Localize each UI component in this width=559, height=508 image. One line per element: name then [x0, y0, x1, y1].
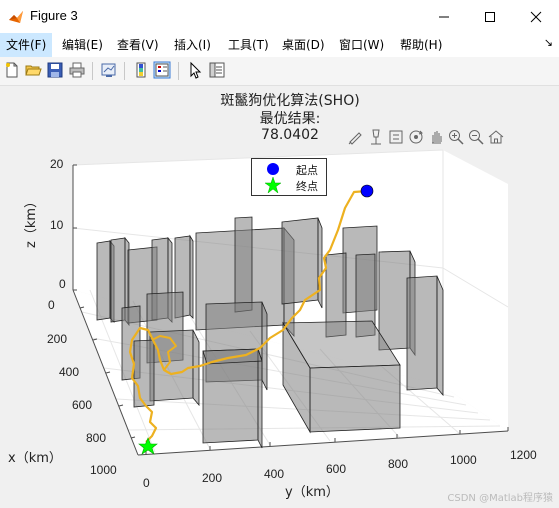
y-tick-label: 800 [388, 457, 409, 471]
plot-axes[interactable] [0, 0, 559, 508]
legend-entry-end: 终点 [252, 177, 326, 193]
data-tips-icon[interactable] [367, 128, 385, 146]
x-tick-label: 400 [59, 365, 80, 379]
y-tick-label: 200 [202, 471, 223, 485]
figure-title-line1: 斑鬣狗优化算法(SHO) [220, 93, 360, 109]
zoom-in-icon[interactable] [447, 128, 465, 146]
y-tick-label: 1200 [510, 448, 537, 462]
plot-legend[interactable]: 起点 终点 [251, 158, 327, 196]
y-tick-label: 1000 [450, 453, 477, 467]
legend-entry-start: 起点 [252, 161, 326, 177]
insert-colorbar-icon[interactable] [387, 128, 405, 146]
z-axis-label: z（km） [24, 194, 39, 248]
legend-label: 起点 [296, 164, 318, 177]
z-tick-label: 10 [50, 218, 64, 232]
y-tick-label: 400 [264, 467, 285, 481]
figure-title-line2: 最优结果: [259, 111, 321, 127]
legend-start-marker-icon [267, 163, 279, 175]
z-tick-label: 20 [50, 157, 64, 171]
figure-title-line3: 78.0402 [261, 127, 319, 143]
home-icon[interactable] [487, 128, 505, 146]
zoom-out-icon[interactable] [467, 128, 485, 146]
x-axis-label: x（km） [8, 451, 62, 466]
start-marker [360, 184, 374, 198]
watermark-text: CSDN @Matlab程序猿 [447, 493, 553, 504]
x-tick-label: 800 [86, 431, 107, 445]
pan-icon[interactable] [427, 128, 445, 146]
legend-label: 终点 [296, 180, 318, 193]
rotate-3d-icon[interactable] [407, 128, 425, 146]
y-axis-label: y（km） [285, 485, 339, 500]
x-tick-label: 0 [48, 298, 55, 312]
y-tick-label: 0 [143, 476, 150, 490]
y-tick-label: 600 [326, 462, 347, 476]
z-tick-label: 0 [59, 277, 66, 291]
brush-icon[interactable] [347, 128, 365, 146]
axes-side-wall [443, 150, 508, 431]
x-tick-label: 1000 [90, 463, 117, 477]
x-tick-label: 200 [47, 332, 68, 346]
legend-end-marker-icon [265, 177, 281, 193]
x-tick-label: 600 [72, 398, 93, 412]
